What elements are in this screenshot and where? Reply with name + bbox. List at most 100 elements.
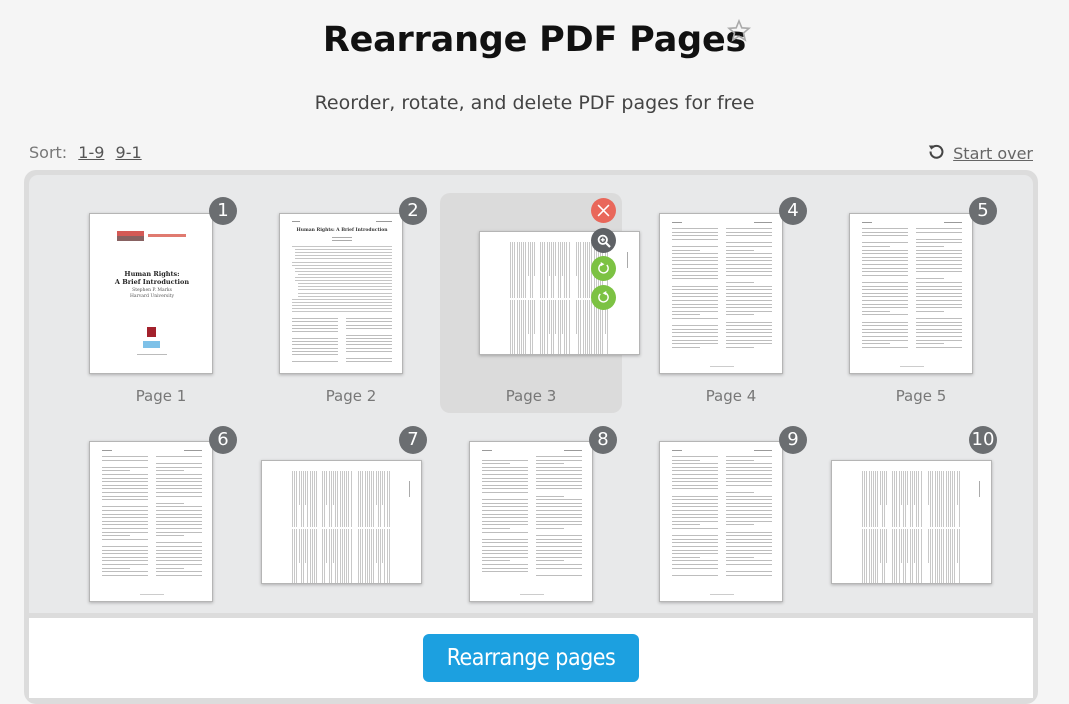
page-item[interactable]: Human Rights: A Brief Introduction 2 Page … [260,192,442,412]
text-line [943,471,945,527]
text-line [920,471,922,527]
toc-line [295,252,392,254]
text-line [344,471,345,527]
text-line [726,513,772,515]
text-line [482,517,528,519]
page-thumbnail[interactable] [89,441,213,602]
text-line [672,546,718,547]
toc-line [298,295,392,297]
text-line [945,471,947,527]
page-item[interactable]: Page 3 [440,193,640,413]
text-line [726,517,772,519]
text-line [936,471,938,527]
text-line [544,300,546,354]
zoom-page-button[interactable] [591,228,616,253]
text-line [914,471,915,505]
text-line [672,459,700,461]
text-line [672,307,718,309]
page-thumbnail[interactable] [469,441,593,602]
page-thumbnail[interactable] [479,231,640,355]
start-over-button[interactable]: Start over [928,143,1033,164]
text-line [672,520,718,522]
text-line [672,517,718,519]
text-line [672,231,718,233]
page-item[interactable]: 6 [70,420,252,640]
text-line [536,466,582,468]
page-item[interactable]: 7 [240,420,427,640]
page-item[interactable]: 9 [640,420,822,640]
page-item[interactable]: 8 [450,420,632,640]
page-item[interactable]: 5 Page 5 [830,192,1012,412]
text-line [548,242,550,276]
text-line [862,296,908,298]
text-line [102,546,148,547]
header: Rearrange PDF Pages [0,20,1069,60]
text-line [156,549,202,551]
text-line [371,529,373,583]
text-line [909,471,911,527]
page-item[interactable]: Human Rights: A Brief Introduction Stephen… [70,192,252,412]
page-thumbnail[interactable] [659,213,783,374]
text-line [482,564,528,565]
text-line [726,267,772,269]
page-thumbnail[interactable] [849,213,973,374]
text-line [156,556,202,558]
text-line [311,471,313,527]
text-line [102,538,148,540]
text-line [298,529,300,563]
page-thumbnail[interactable] [261,460,422,584]
sort-ascending-link[interactable]: 1-9 [78,143,104,162]
running-header [627,252,628,268]
text-line [156,513,202,515]
text-line [542,242,544,298]
text-line [884,529,885,583]
text-line [523,242,525,298]
page-item[interactable]: 10 [810,420,997,640]
text-line [916,246,944,247]
text-line [726,463,772,465]
text-line [536,535,582,537]
text-line [672,264,718,265]
text-line [918,471,920,527]
text-line [582,300,584,354]
text-line [903,529,904,583]
text-line [916,303,962,305]
page-thumbnail[interactable] [831,460,992,584]
text-line [380,471,381,527]
text-line [916,249,962,251]
page-thumbnail[interactable]: Human Rights: A Brief Introduction Stephen… [89,213,213,374]
text-line [482,542,528,544]
page-thumbnail[interactable] [659,441,783,602]
text-line [879,471,881,505]
running-header [672,222,682,223]
text-line [672,484,718,486]
text-line [952,529,954,583]
rotate-right-button[interactable] [591,256,616,281]
text-line [862,325,908,327]
text-line [553,242,555,298]
sort-controls: Sort: 1-9 9-1 [29,143,142,162]
text-line [672,474,718,475]
text-line [156,564,202,565]
text-line [536,560,564,562]
page-thumbnail[interactable]: Human Rights: A Brief Introduction [279,213,403,374]
text-line [536,463,564,465]
text-line [672,260,718,262]
text-line [862,249,908,251]
text-line [324,529,326,583]
text-line [584,300,586,354]
star-outline-icon[interactable] [726,18,752,43]
delete-page-button[interactable] [591,198,616,223]
text-line [916,238,962,240]
text-line [892,529,893,583]
sort-descending-link[interactable]: 9-1 [116,143,142,162]
text-line [578,300,580,354]
text-line [482,499,528,501]
rotate-left-button[interactable] [591,285,616,310]
text-line [862,336,908,337]
text-line [945,529,947,583]
text-line [726,231,772,233]
rearrange-pages-button[interactable]: Rearrange pages [423,634,639,682]
page-item[interactable]: 4 Page 4 [640,192,822,412]
cover-footer [137,354,167,355]
